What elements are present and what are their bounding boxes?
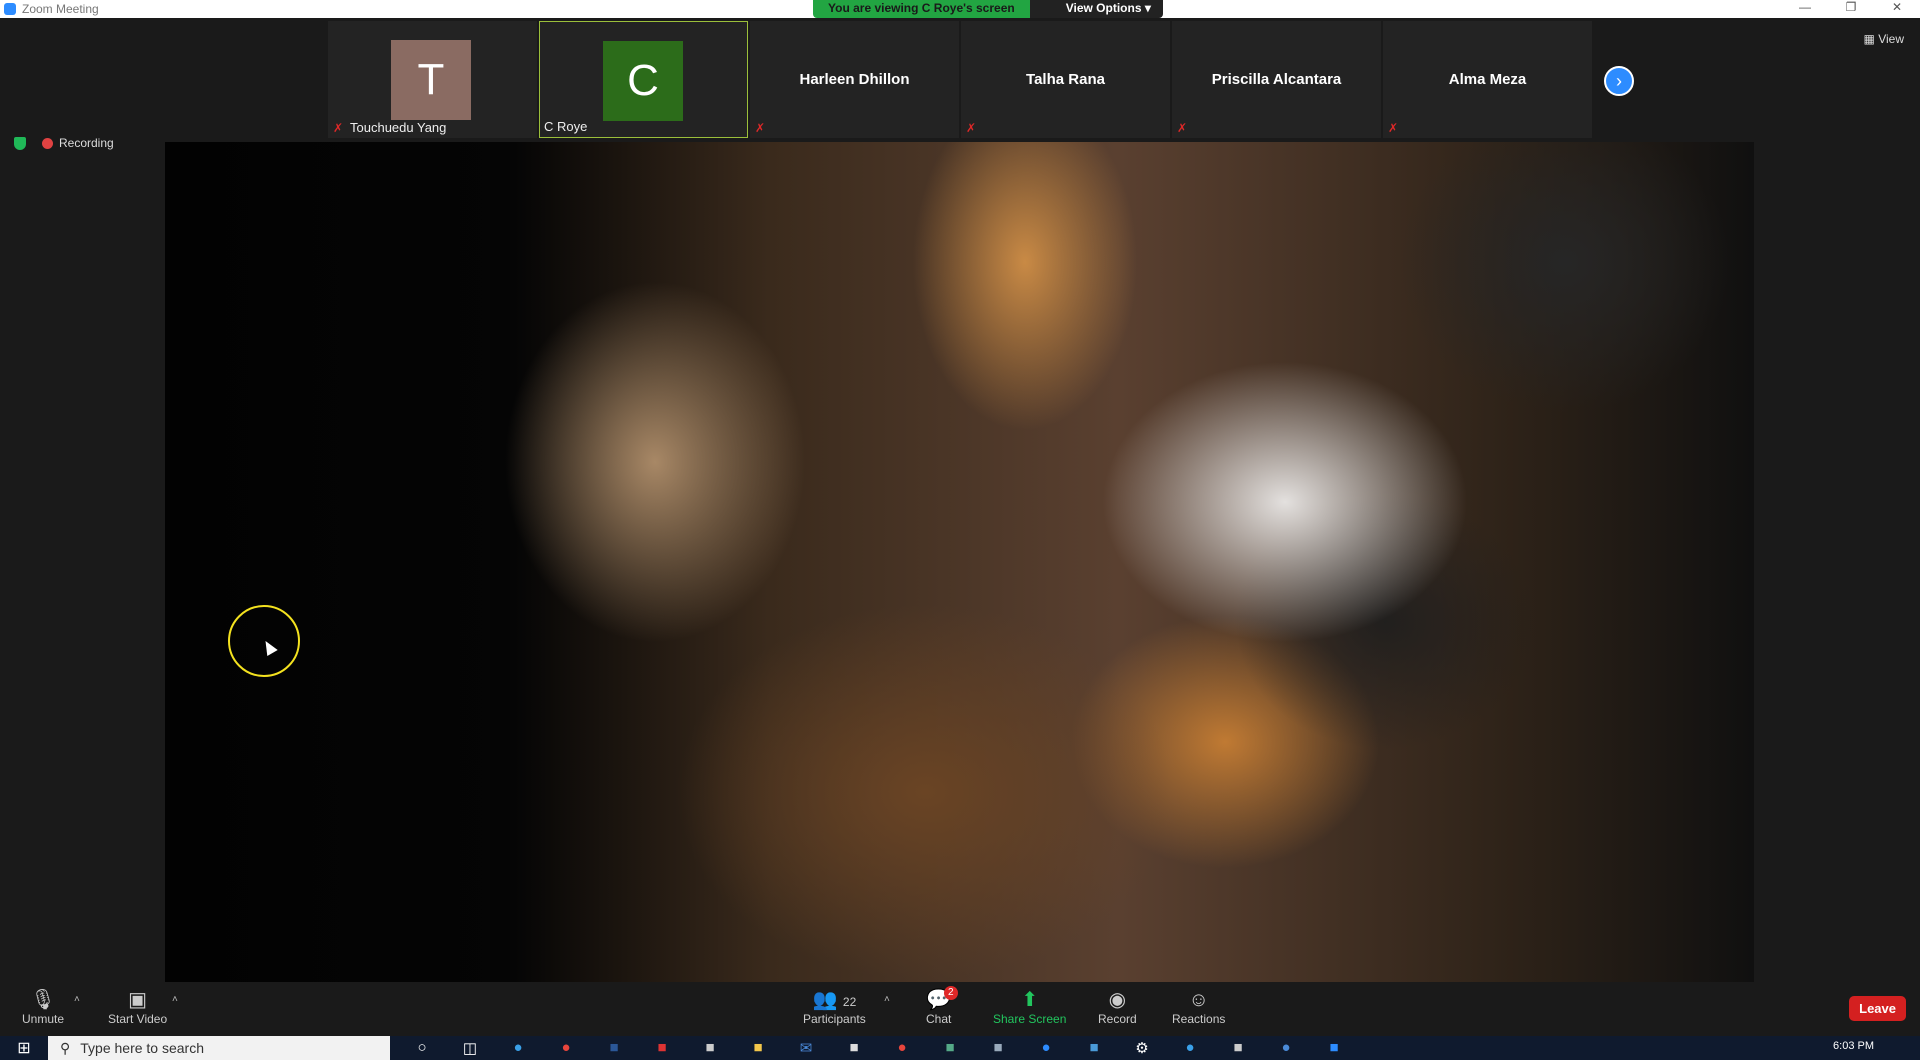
- taskbar-apps: ○ ◫ ● ● ■ ■ ■ ■ ✉ ■ ● ■ ■ ● ■ ⚙ ● ■ ● ■: [398, 1039, 1358, 1057]
- shield-icon[interactable]: [14, 136, 26, 150]
- muted-mic-icon: ✗: [333, 121, 344, 135]
- video-off-icon: ▣: [128, 989, 148, 1011]
- mail-icon[interactable]: ✉: [782, 1039, 830, 1057]
- video-options-caret-icon[interactable]: ˄: [172, 994, 178, 1005]
- cortana-icon[interactable]: ○: [398, 1039, 446, 1057]
- chat-unread-badge: 2: [944, 986, 958, 1000]
- viewing-banner: You are viewing C Roye's screen View Opt…: [813, 0, 1163, 18]
- participants-label: Participants: [803, 1012, 866, 1026]
- participant-tile[interactable]: T ✗ Touchuedu Yang: [328, 21, 537, 138]
- chat-label: Chat: [926, 1012, 952, 1026]
- window-title: Zoom Meeting: [22, 2, 99, 16]
- search-placeholder: Type here to search: [80, 1040, 205, 1056]
- app-icon[interactable]: ■: [926, 1039, 974, 1057]
- participants-button[interactable]: 👥 22 Participants: [803, 988, 866, 1026]
- reactions-label: Reactions: [1172, 1012, 1226, 1026]
- gallery-strip: T ✗ Touchuedu Yang C C Roye Harleen Dhil…: [328, 21, 1594, 138]
- start-video-button[interactable]: ▣ Start Video: [108, 988, 167, 1026]
- muted-mic-icon: ✗: [1388, 121, 1399, 135]
- muted-mic-icon: ✗: [966, 121, 977, 135]
- restore-icon[interactable]: ❐: [1828, 0, 1874, 18]
- unmute-label: Unmute: [22, 1012, 65, 1026]
- meeting-area: T ✗ Touchuedu Yang C C Roye Harleen Dhil…: [0, 18, 1920, 982]
- record-dot-icon: [42, 137, 53, 149]
- participant-tile[interactable]: Talha Rana ✗: [961, 21, 1170, 138]
- participant-name: Touchuedu Yang: [350, 120, 447, 135]
- view-options-button[interactable]: View Options ▾: [1029, 0, 1163, 18]
- participant-name: Harleen Dhillon: [799, 71, 910, 88]
- muted-mic-icon: ✗: [755, 121, 766, 135]
- reactions-button[interactable]: ☺ Reactions: [1172, 988, 1225, 1026]
- minimize-icon[interactable]: —: [1782, 0, 1828, 18]
- file-explorer-icon[interactable]: ■: [734, 1039, 782, 1057]
- participant-tile[interactable]: Harleen Dhillon ✗: [750, 21, 959, 138]
- record-button[interactable]: ◉ Record: [1098, 988, 1137, 1026]
- record-icon: ◉: [1108, 989, 1127, 1011]
- zoom-taskbar-icon[interactable]: ●: [1022, 1039, 1070, 1057]
- app-icon[interactable]: ■: [638, 1039, 686, 1057]
- task-view-icon[interactable]: ◫: [446, 1039, 494, 1057]
- muted-mic-icon: ✗: [1177, 121, 1188, 135]
- edge-icon[interactable]: ●: [494, 1039, 542, 1057]
- zoom-app-icon: [4, 3, 16, 15]
- windows-taskbar: ⊞ ⚲ Type here to search ○ ◫ ● ● ■ ■ ■ ■ …: [0, 1036, 1920, 1060]
- share-screen-button[interactable]: ⬆ Share Screen: [993, 988, 1066, 1026]
- view-button[interactable]: ▦ View: [1864, 32, 1904, 46]
- audio-options-caret-icon[interactable]: ˄: [74, 994, 80, 1005]
- participant-name: Talha Rana: [1026, 71, 1105, 88]
- participants-icon: 👥 22: [812, 989, 857, 1011]
- window-controls: — ❐ ✕: [1782, 0, 1920, 18]
- app-icon[interactable]: ■: [1214, 1039, 1262, 1057]
- participants-caret-icon[interactable]: ˄: [884, 994, 890, 1005]
- avatar: T: [391, 40, 471, 120]
- app-icon[interactable]: ■: [1070, 1039, 1118, 1057]
- participant-tile[interactable]: Priscilla Alcantara ✗: [1172, 21, 1381, 138]
- share-screen-label: Share Screen: [993, 1012, 1067, 1026]
- participant-name: Priscilla Alcantara: [1211, 71, 1342, 88]
- taskbar-search-box[interactable]: ⚲ Type here to search: [48, 1036, 390, 1060]
- participants-count: 22: [842, 995, 857, 1009]
- app-icon[interactable]: ■: [830, 1039, 878, 1057]
- share-screen-icon: ⬆: [1021, 989, 1039, 1011]
- participant-name: C Roye: [544, 119, 588, 134]
- meeting-toolbar: 🎙 Unmute ˄ ▣ Start Video ˄ 👥 22 Particip…: [0, 982, 1920, 1036]
- store-icon[interactable]: ■: [686, 1039, 734, 1057]
- close-icon[interactable]: ✕: [1874, 0, 1920, 18]
- app-icon[interactable]: ■: [1310, 1039, 1358, 1057]
- windows-start-icon[interactable]: ⊞: [0, 1038, 48, 1058]
- record-label: Record: [1098, 1012, 1137, 1026]
- leave-button[interactable]: Leave: [1849, 996, 1906, 1021]
- start-video-label: Start Video: [108, 1012, 168, 1026]
- app-icon[interactable]: ●: [1262, 1039, 1310, 1057]
- chrome-icon[interactable]: ●: [878, 1039, 926, 1057]
- shared-screen[interactable]: [165, 142, 1754, 982]
- avatar: C: [603, 41, 683, 121]
- participant-name: Alma Meza: [1448, 71, 1527, 88]
- chrome-icon[interactable]: ●: [542, 1039, 590, 1057]
- taskbar-clock: 6:03 PM: [1833, 1040, 1874, 1052]
- recording-indicator: Recording: [14, 136, 114, 150]
- recording-label: Recording: [59, 136, 114, 150]
- word-icon[interactable]: ■: [590, 1039, 638, 1057]
- reactions-icon: ☺: [1188, 989, 1209, 1011]
- mic-muted-icon: 🎙: [30, 989, 56, 1011]
- next-page-icon[interactable]: ›: [1604, 66, 1634, 96]
- view-options-label: View Options: [1065, 1, 1142, 15]
- unmute-button[interactable]: 🎙 Unmute: [22, 988, 64, 1026]
- search-icon: ⚲: [60, 1039, 71, 1056]
- participant-tile-active[interactable]: C C Roye: [539, 21, 748, 138]
- participant-tile[interactable]: Alma Meza ✗: [1383, 21, 1592, 138]
- app-icon[interactable]: ■: [974, 1039, 1022, 1057]
- view-label: View: [1878, 32, 1904, 46]
- internet-explorer-icon[interactable]: ●: [1166, 1039, 1214, 1057]
- viewing-message: You are viewing C Roye's screen: [813, 0, 1030, 18]
- settings-icon[interactable]: ⚙: [1118, 1039, 1166, 1057]
